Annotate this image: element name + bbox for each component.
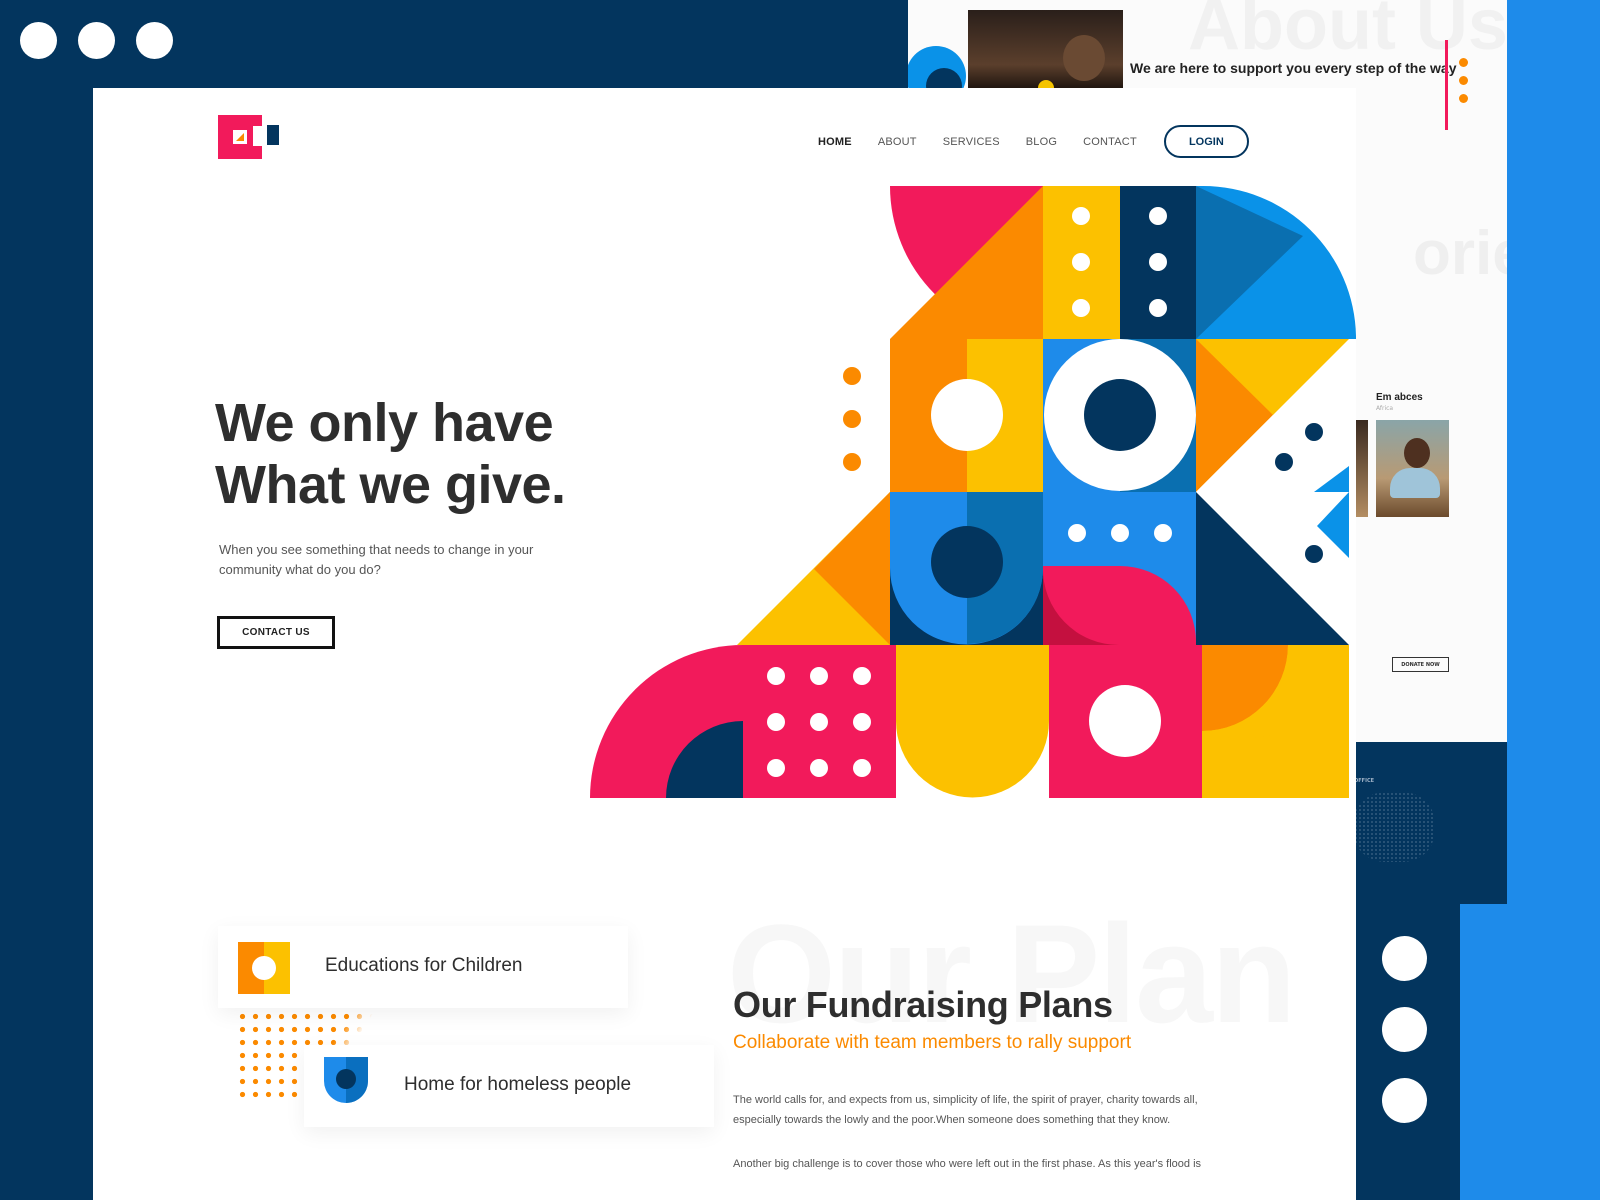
story-photo	[1376, 420, 1449, 517]
logo-navy-block	[267, 125, 279, 145]
tile-blue-dots-pink-arc	[1042, 492, 1196, 646]
tile-yellow-dots	[1043, 186, 1120, 339]
nav-about[interactable]: ABOUT	[878, 136, 917, 148]
backdrop-blue-panel-top	[1507, 0, 1600, 905]
service-card-label: Educations for Children	[325, 955, 523, 976]
window-dot[interactable]	[78, 22, 115, 59]
window-controls	[20, 22, 173, 59]
education-icon	[238, 942, 290, 994]
geometric-illustration	[590, 186, 1356, 798]
hero-title: We only have What we give.	[215, 392, 566, 516]
tile-yellow-orange-triangles	[737, 492, 890, 645]
photo-face	[1063, 35, 1105, 81]
slider-dot[interactable]	[1459, 58, 1468, 67]
nav-blog[interactable]: BLOG	[1026, 136, 1057, 148]
tile-navy-triangles	[1196, 492, 1349, 645]
hero-subtitle: When you see something that needs to cha…	[219, 542, 534, 577]
landing-page: HOME ABOUT SERVICES BLOG CONTACT LOGIN W…	[93, 88, 1356, 1200]
tile-blue-arc	[1196, 186, 1356, 339]
tile-blue-half-circle	[890, 492, 1043, 645]
window-dot[interactable]	[20, 22, 57, 59]
photo-face	[1404, 438, 1430, 468]
tile-orange-yellow-arc	[1202, 645, 1349, 798]
contact-us-button[interactable]: CONTACT US	[217, 616, 335, 649]
nav-contact[interactable]: CONTACT	[1083, 136, 1137, 148]
login-button[interactable]: LOGIN	[1163, 125, 1249, 158]
story-location: Africa	[1376, 405, 1394, 412]
tile-yellow-half	[896, 645, 1049, 798]
ghost-plan-heading: Our Plan	[727, 895, 1296, 1052]
icon-circle	[252, 956, 276, 980]
slider-dot[interactable]	[1459, 76, 1468, 85]
nav-home[interactable]: HOME	[818, 136, 852, 148]
side-dot[interactable]	[1382, 1007, 1427, 1052]
icon-circle	[336, 1069, 356, 1089]
story-name: Em abces	[1376, 392, 1423, 403]
donate-button[interactable]: DONATE NOW	[1392, 657, 1449, 672]
tile-pink-dots	[743, 645, 896, 798]
brand-logo[interactable]	[218, 115, 280, 159]
world-map-icon	[1354, 792, 1434, 862]
nav-services[interactable]: SERVICES	[943, 136, 1000, 148]
hero-title-line-2: What we give.	[215, 455, 566, 515]
ghost-stories-heading: ories	[1413, 219, 1507, 288]
hero-title-line-1: We only have	[215, 393, 554, 453]
orange-dots-column	[843, 367, 861, 471]
tile-target-circle	[1043, 339, 1196, 492]
plans-subtitle: Collaborate with team members to rally s…	[733, 1032, 1132, 1053]
side-dot[interactable]	[1382, 936, 1427, 981]
accent-line	[1445, 40, 1448, 130]
photo-shirt	[1390, 468, 1440, 498]
service-card-label: Home for homeless people	[404, 1074, 632, 1095]
window-dot[interactable]	[136, 22, 173, 59]
slider-dot[interactable]	[1459, 94, 1468, 103]
tile-pink-arc	[590, 645, 743, 798]
tile-orange-circle	[890, 339, 1043, 492]
plans-paragraph: Another big challenge is to cover those …	[733, 1158, 1202, 1170]
about-photo	[968, 10, 1123, 96]
logo-mark	[233, 130, 247, 144]
plans-paragraph: The world calls for, and expects from us…	[733, 1094, 1198, 1126]
shield-icon	[324, 1057, 368, 1103]
service-card-home[interactable]: Home for homeless people	[304, 1045, 714, 1127]
logo-gap	[253, 126, 263, 146]
service-card-education[interactable]: Educations for Children	[218, 926, 628, 1008]
tile-pink-circle	[1049, 645, 1202, 798]
footer-office-label: OFFICE	[1354, 778, 1375, 784]
slider-dots	[1459, 58, 1468, 103]
plans-title: Our Fundraising Plans	[733, 984, 1113, 1025]
side-dot[interactable]	[1382, 1078, 1427, 1123]
ghost-about-heading: About Us	[1188, 0, 1507, 65]
side-dots	[1382, 936, 1427, 1123]
tile-navy-dots	[1120, 186, 1196, 339]
about-support-title: We are here to support you every step of…	[1130, 60, 1457, 76]
main-nav: HOME ABOUT SERVICES BLOG CONTACT LOGIN	[818, 125, 1249, 158]
